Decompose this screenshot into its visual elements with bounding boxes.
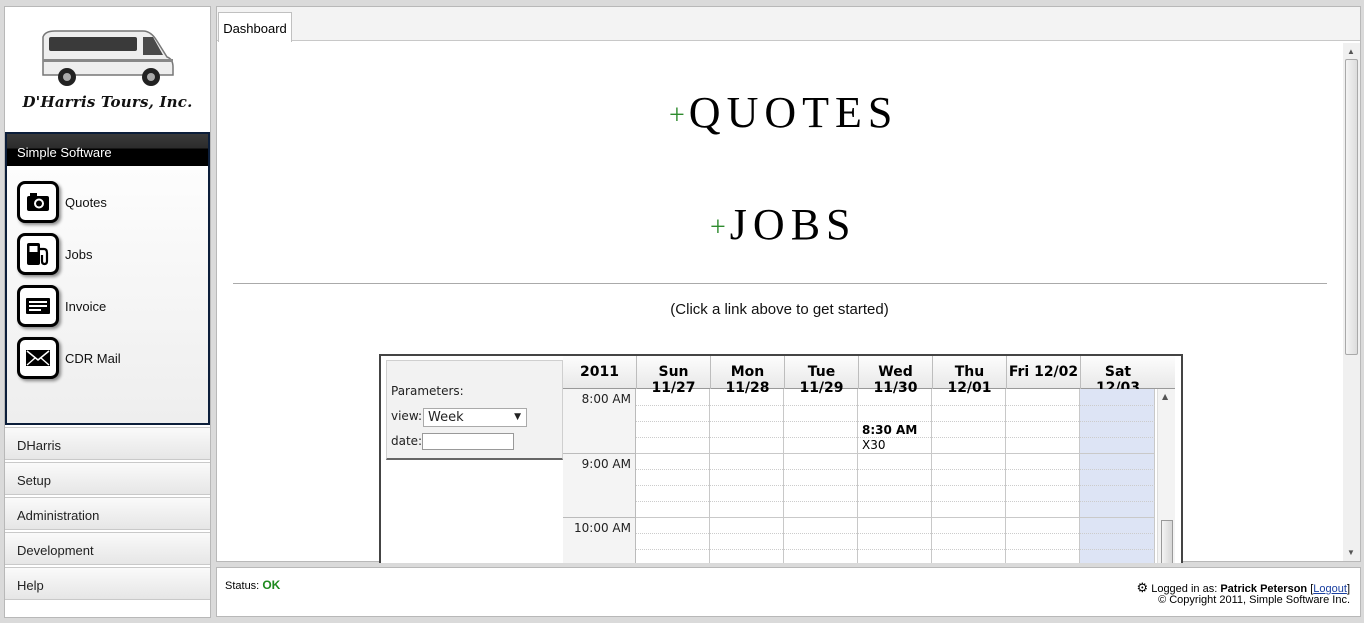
day-column[interactable] <box>932 389 1006 563</box>
day-header: Wed 11/30 <box>858 356 932 396</box>
main-panel: Dashboard ▲ ▼ +QUOTES +JOBS (Click a lin… <box>216 6 1361 563</box>
quarter-hour-line <box>636 501 1155 502</box>
hour-line <box>636 517 1155 518</box>
company-name: D'Harris Tours, Inc. <box>22 93 193 111</box>
quarter-hour-line <box>636 405 1155 406</box>
hour-line <box>636 453 1155 454</box>
calendar-grid: 2011 Sun 11/27 Mon 11/28 Tue 11/29 Wed 1… <box>563 356 1175 563</box>
nav-item-jobs[interactable]: Jobs <box>17 232 202 276</box>
section-help[interactable]: Help <box>5 567 210 600</box>
time-divider <box>563 453 636 454</box>
nav-item-invoice[interactable]: Invoice <box>17 284 202 328</box>
quarter-hour-line <box>636 469 1155 470</box>
event-time: 8:30 AM <box>862 423 918 437</box>
chevron-down-icon: ▼ <box>514 412 521 422</box>
quotes-link-text: QUOTES <box>688 88 899 137</box>
calendar-header: 2011 Sun 11/27 Mon 11/28 Tue 11/29 Wed 1… <box>563 356 1175 396</box>
quarter-hour-line <box>636 533 1155 534</box>
plus-icon: + <box>710 212 726 243</box>
tab-dashboard[interactable]: Dashboard <box>218 12 292 42</box>
day-column[interactable] <box>1006 389 1080 563</box>
view-select-value: Week <box>428 410 464 425</box>
scrollbar-thumb[interactable] <box>1345 59 1358 355</box>
time-column: 8:00 AM 9:00 AM 10:00 AM <box>563 389 636 563</box>
section-setup[interactable]: Setup <box>5 462 210 495</box>
calendar-scrollbar-thumb[interactable] <box>1161 520 1173 563</box>
nav-item-cdr-mail[interactable]: CDR Mail <box>17 336 202 380</box>
tab-bar: Dashboard <box>217 7 1360 42</box>
day-column[interactable] <box>784 389 858 563</box>
day-column-highlighted[interactable] <box>1080 389 1155 563</box>
day-header: Mon 11/28 <box>710 356 784 396</box>
plus-icon: + <box>669 100 685 131</box>
calendar-widget: Parameters: view: Week ▼ date: 2011 Sun … <box>379 354 1183 563</box>
time-label: 8:00 AM <box>581 392 631 406</box>
module-panel: Simple Software Quotes Jobs Invoice CDR … <box>5 132 210 425</box>
date-label: date: <box>391 434 423 448</box>
nav-label-jobs: Jobs <box>65 246 93 262</box>
day-column[interactable] <box>710 389 784 563</box>
fuel-pump-icon <box>17 233 59 275</box>
status-label: Status: <box>225 580 260 592</box>
camera-icon <box>17 181 59 223</box>
quarter-hour-line <box>636 421 1155 422</box>
date-input[interactable] <box>422 433 514 450</box>
status-area: Status: OK <box>225 578 280 592</box>
day-header: Thu 12/01 <box>932 356 1006 396</box>
nav-label-quotes: Quotes <box>65 194 107 210</box>
view-select[interactable]: Week ▼ <box>423 408 527 427</box>
event-title: X30 <box>862 438 886 452</box>
section-dharris[interactable]: DHarris <box>5 427 210 460</box>
calendar-event[interactable]: 8:30 AM X30 <box>862 423 917 453</box>
copyright: © Copyright 2011, Simple Software Inc. <box>1158 594 1350 606</box>
scroll-up-icon[interactable]: ▲ <box>1162 392 1168 401</box>
time-label: 9:00 AM <box>581 457 631 471</box>
scroll-up-icon[interactable]: ▲ <box>1347 47 1355 56</box>
quotes-link[interactable]: +QUOTES <box>669 87 898 138</box>
day-header: Tue 11/29 <box>784 356 858 396</box>
day-column[interactable] <box>858 389 932 563</box>
gear-icon[interactable]: ⚙ <box>1136 580 1148 595</box>
bus-icon <box>42 30 174 86</box>
invoice-icon <box>17 285 59 327</box>
divider <box>233 283 1327 284</box>
sidebar: D'Harris Tours, Inc. Simple Software Quo… <box>4 6 211 618</box>
main-scrollbar[interactable]: ▲ ▼ <box>1343 43 1360 561</box>
module-panel-title: Simple Software <box>7 134 208 166</box>
nav-label-cdr-mail: CDR Mail <box>65 350 121 366</box>
time-label: 10:00 AM <box>574 521 631 535</box>
nav-item-quotes[interactable]: Quotes <box>17 180 202 224</box>
day-header: Sun 11/27 <box>636 356 710 396</box>
section-administration[interactable]: Administration <box>5 497 210 530</box>
day-header: Fri 12/02 <box>1006 356 1080 389</box>
view-label: view: <box>391 409 423 423</box>
section-development[interactable]: Development <box>5 532 210 565</box>
day-header: Sat 12/03 <box>1080 356 1155 396</box>
status-footer: Status: OK ⚙ Logged in as: Patrick Peter… <box>216 567 1361 617</box>
quarter-hour-line <box>636 485 1155 486</box>
time-divider <box>563 517 636 518</box>
calendar-parameters: Parameters: view: Week ▼ date: <box>386 360 563 460</box>
mail-icon <box>17 337 59 379</box>
calendar-scrollbar[interactable]: ▲ <box>1157 389 1175 563</box>
company-logo: D'Harris Tours, Inc. <box>5 7 210 131</box>
calendar-year: 2011 <box>580 364 619 380</box>
hint-text: (Click a link above to get started) <box>670 301 889 318</box>
jobs-link-text: JOBS <box>729 200 857 249</box>
nav-label-invoice: Invoice <box>65 298 107 314</box>
parameters-title: Parameters: <box>391 384 464 398</box>
status-value: OK <box>262 578 281 592</box>
jobs-link[interactable]: +JOBS <box>710 199 857 250</box>
quarter-hour-line <box>636 549 1155 550</box>
scroll-down-icon[interactable]: ▼ <box>1347 548 1355 557</box>
day-column[interactable] <box>636 389 710 563</box>
